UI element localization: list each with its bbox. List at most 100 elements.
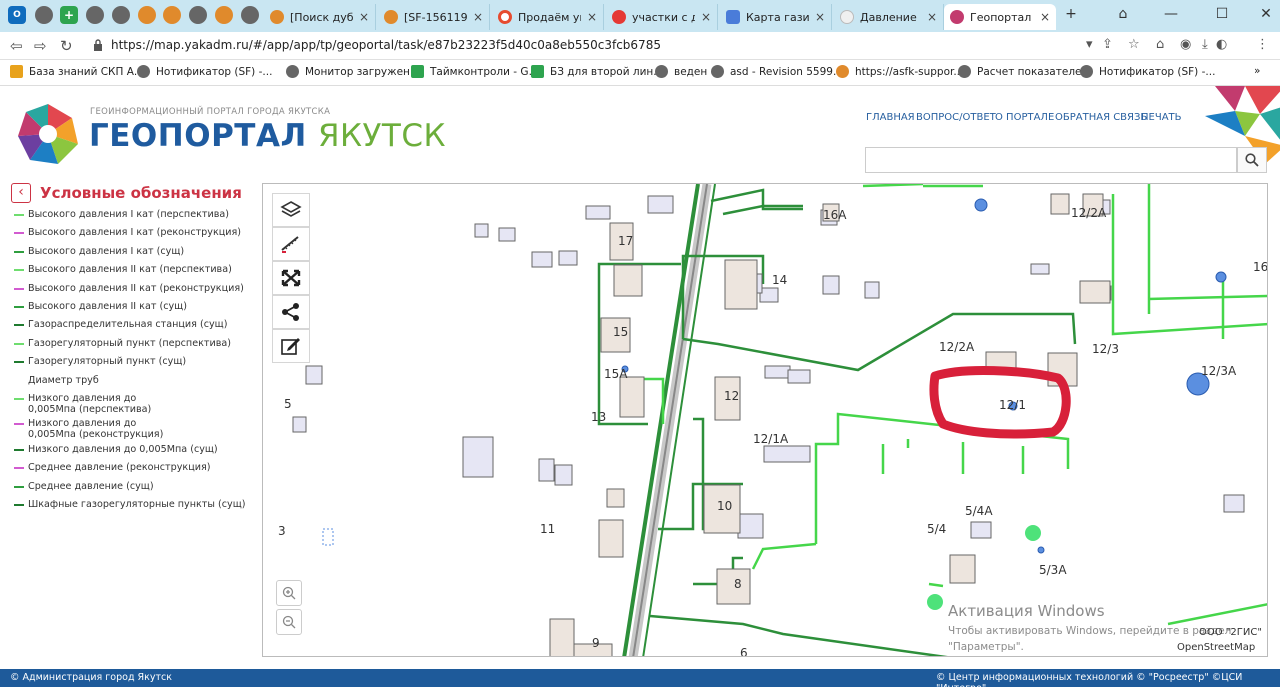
close-window-icon[interactable]: ✕ — [1255, 4, 1277, 24]
pinned-tab-icon[interactable] — [189, 6, 207, 24]
legend-swatch — [14, 214, 24, 216]
legend-item-label: Газорегуляторный пункт (перспектива) — [28, 337, 232, 349]
browser-tab[interactable]: участки с дав × — [606, 4, 718, 30]
bookmark-item[interactable]: веден — [655, 65, 707, 78]
browser-tab-active[interactable]: Геопортал Якут × — [944, 4, 1056, 30]
browser-tab[interactable]: [SF-1561191] В × — [378, 4, 490, 30]
legend-swatch — [14, 504, 24, 507]
tab-label: [SF-1561191] В — [404, 10, 467, 24]
map-attribution-2gis[interactable]: ООО "2ГИС" — [1199, 627, 1262, 638]
tab-label: участки с дав — [632, 10, 695, 24]
pinned-tab-icon[interactable] — [215, 6, 233, 24]
browser-tab[interactable]: Карта газифик × — [720, 4, 832, 30]
nav-link-print[interactable]: ПЕЧАТЬ — [1141, 112, 1182, 123]
url-field[interactable]: https://map.yakadm.ru/#/app/app/tp/geopo… — [111, 38, 661, 52]
browser-tab[interactable]: [Поиск дублей × — [264, 4, 376, 30]
pinned-tab-icon[interactable] — [241, 6, 259, 24]
zoom-out-button[interactable] — [276, 609, 302, 635]
forward-icon[interactable]: ⇨ — [34, 37, 47, 55]
tshirt-icon[interactable]: ⌂ — [1112, 4, 1134, 24]
search-button[interactable] — [1237, 147, 1267, 173]
close-icon[interactable]: × — [473, 10, 483, 24]
nav-link-feedback[interactable]: ОБРАТНАЯ СВЯЗЬ — [1055, 112, 1147, 123]
legend-collapse-button[interactable]: ‹ — [11, 183, 31, 203]
search-input[interactable] — [865, 147, 1237, 173]
map-label: 12/2А — [939, 340, 975, 354]
pinned-tab-icon[interactable] — [86, 6, 104, 24]
close-icon[interactable]: × — [1040, 10, 1050, 24]
pinned-tab-plus-icon[interactable]: + — [60, 6, 78, 24]
bookmark-item[interactable]: Нотификатор (SF) -... — [1080, 65, 1215, 78]
map-label: 12/1 — [999, 398, 1026, 412]
dropdown-icon[interactable]: ▾ — [1086, 37, 1093, 52]
layers-button[interactable] — [272, 193, 310, 227]
legend-item: Газорегуляторный пункт (сущ) — [14, 356, 254, 374]
legend-swatch — [14, 305, 24, 308]
globe-icon — [1080, 65, 1093, 78]
pinned-tab-icon[interactable] — [35, 6, 53, 24]
browser-tab[interactable]: Продаём уютн × — [492, 4, 604, 30]
close-icon[interactable]: × — [359, 10, 369, 24]
new-tab-icon[interactable]: + — [1060, 4, 1082, 24]
extension-icon[interactable]: ◐ — [1216, 37, 1227, 52]
drive-icon — [10, 65, 23, 78]
map-toolbar — [272, 193, 310, 363]
nav-link-about[interactable]: О ПОРТАЛЕ — [995, 112, 1054, 123]
map-label: 5/4 — [927, 522, 947, 536]
share-page-icon[interactable]: ⇪ — [1102, 37, 1113, 52]
close-icon[interactable]: × — [587, 10, 597, 24]
minimize-icon[interactable]: — — [1160, 4, 1182, 24]
back-icon[interactable]: ⇦ — [10, 37, 23, 55]
map-canvas[interactable] — [263, 184, 1268, 657]
bookmark-star-icon[interactable]: ☆ — [1128, 37, 1140, 52]
bookmark-item[interactable]: Расчет показателе... — [958, 65, 1092, 78]
globe-icon — [836, 65, 849, 78]
reload-icon[interactable]: ↻ — [60, 37, 73, 55]
pinned-tab-icon[interactable] — [112, 6, 130, 24]
edit-button[interactable] — [272, 329, 310, 363]
share-button[interactable] — [272, 295, 310, 329]
legend-item-label: Высокого давления I кат (сущ) — [28, 245, 185, 257]
map-attribution-osm[interactable]: OpenStreetMap — [1177, 642, 1255, 653]
extension-icon[interactable]: ◉ — [1180, 37, 1191, 52]
geoportal-page: ГЕОИНФОРМАЦИОННЫЙ ПОРТАЛ ГОРОДА ЯКУТСКА … — [0, 86, 1280, 687]
nav-link-faq[interactable]: ВОПРОС/ОТВЕТ — [916, 112, 996, 123]
bookmark-item[interactable]: asd - Revision 5599... — [711, 65, 843, 78]
maximize-icon[interactable]: ☐ — [1211, 4, 1233, 24]
tab-label: Карта газифик — [746, 10, 809, 24]
map-label: 12/1А — [753, 432, 789, 446]
close-icon[interactable]: × — [701, 10, 711, 24]
bookmark-item[interactable]: БЗ для второй лин... — [531, 65, 663, 78]
browser-tab[interactable]: Давление газа × — [834, 4, 944, 30]
bookmark-item[interactable]: Таймконтроли - G... — [411, 65, 539, 78]
pinned-tab-icon[interactable] — [138, 6, 156, 24]
legend-item: Высокого давления I кат (сущ) — [14, 246, 254, 264]
legend-item: Низкого давления до 0,005Мпа (реконструк… — [14, 418, 254, 444]
bookmark-item[interactable]: https://asfk-suppor... — [836, 65, 963, 78]
pinned-tab-icon[interactable] — [163, 6, 181, 24]
outlook-icon[interactable]: O — [8, 6, 26, 24]
download-icon[interactable]: ⤓ — [1202, 37, 1208, 52]
legend-item-label: Диаметр труб — [28, 374, 99, 386]
zoom-in-button[interactable] — [276, 580, 302, 606]
home-icon[interactable]: ⌂ — [1156, 37, 1164, 52]
browser-tab-bar: O + [Поиск дублей × [SF-1561191] В × Про… — [0, 0, 1280, 32]
measure-button[interactable] — [272, 227, 310, 261]
lock-icon[interactable] — [93, 39, 103, 51]
globe-icon — [137, 65, 150, 78]
fullscreen-button[interactable] — [272, 261, 310, 295]
legend-item-label: Газораспределительная станция (сущ) — [28, 319, 228, 331]
bookmarks-overflow-icon[interactable]: » — [1254, 65, 1260, 77]
legend-item-label: Высокого давления II кат (реконструкция) — [28, 282, 244, 294]
map-label: 13 — [591, 410, 607, 424]
menu-icon[interactable]: ⋮ — [1256, 37, 1269, 52]
close-icon[interactable]: × — [815, 10, 825, 24]
bookmark-item[interactable]: Монитор загружен... — [286, 65, 420, 78]
legend-swatch — [14, 287, 24, 290]
map-label: 12/3 — [1092, 342, 1119, 356]
close-icon[interactable]: × — [927, 10, 937, 24]
bookmark-item[interactable]: База знаний СКП А... — [10, 65, 144, 78]
bookmark-item[interactable]: Нотификатор (SF) -... — [137, 65, 272, 78]
map-view[interactable]: 16А 12/2А 16/ 17 14 15 12/2А 12/3 15А 12… — [262, 183, 1268, 657]
nav-link-home[interactable]: ГЛАВНАЯ — [866, 112, 915, 123]
